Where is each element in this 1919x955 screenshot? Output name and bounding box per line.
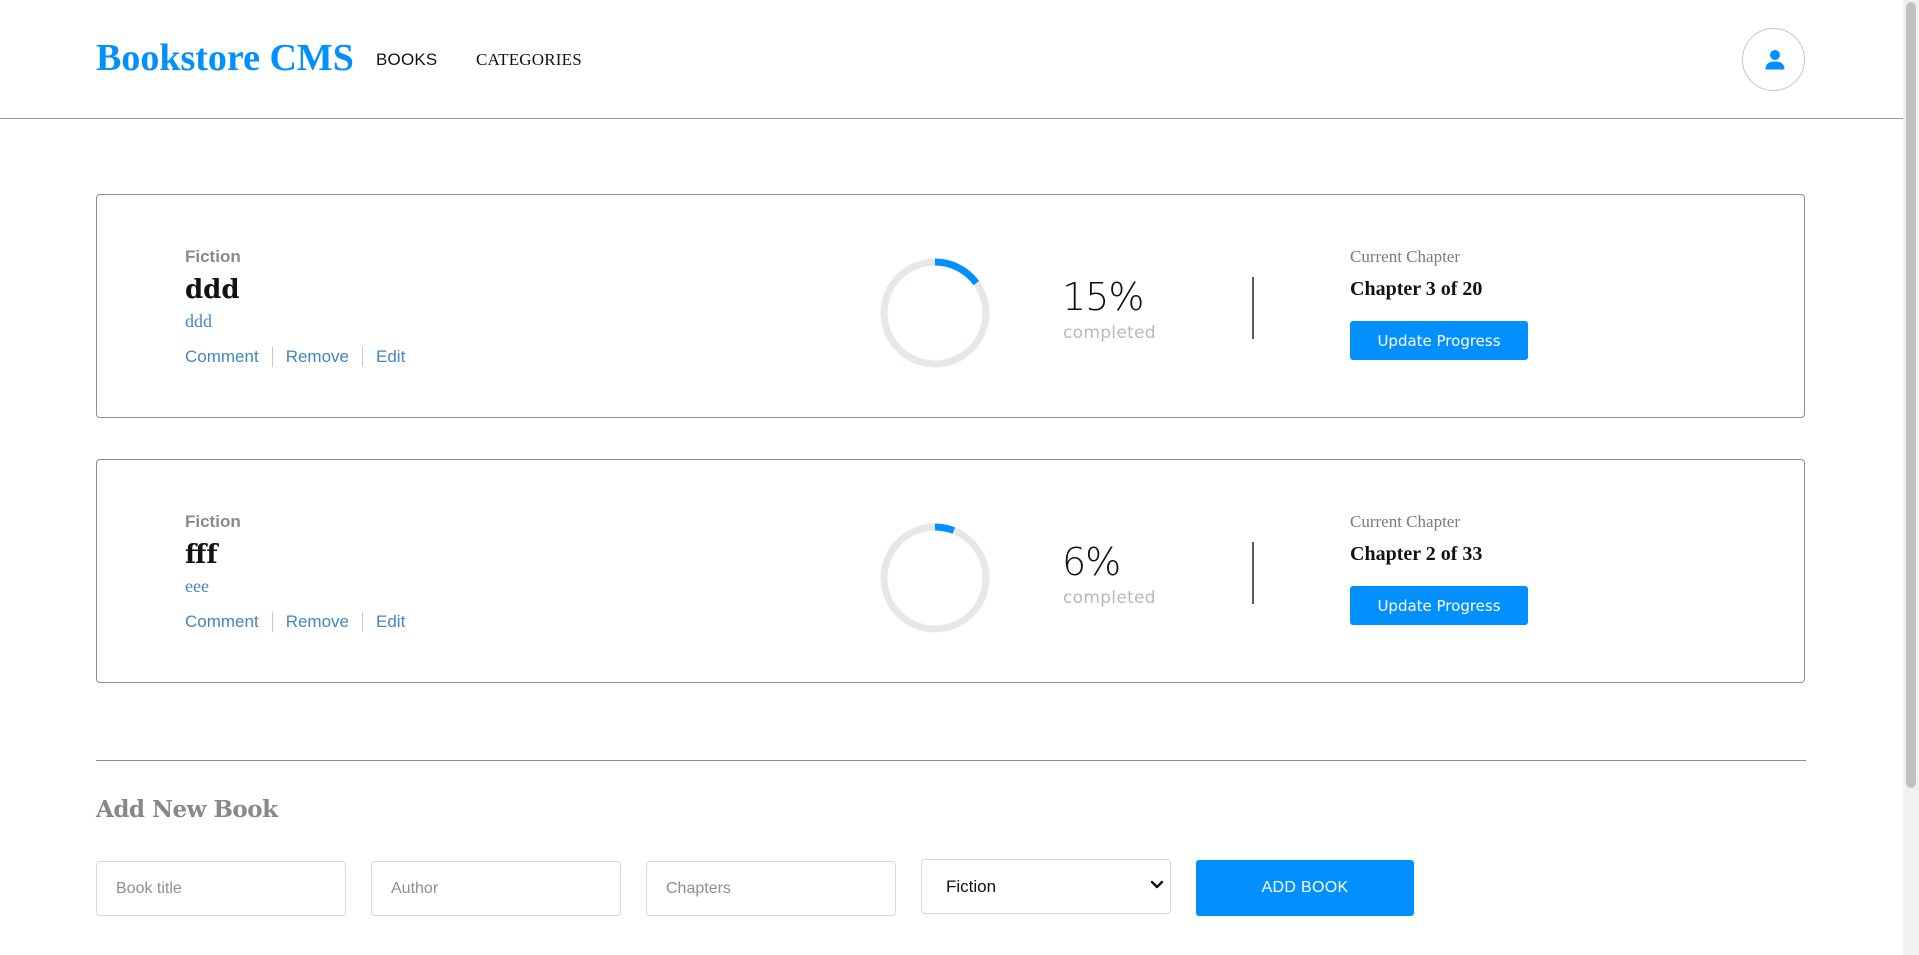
remove-button[interactable]: Remove — [286, 612, 349, 632]
section-divider — [96, 760, 1806, 761]
current-chapter: Chapter 2 of 33 — [1350, 543, 1483, 565]
progress-completed-label: completed — [1063, 588, 1156, 608]
edit-button[interactable]: Edit — [376, 612, 405, 632]
user-icon — [1765, 50, 1785, 70]
chapters-input[interactable] — [646, 861, 896, 916]
book-author: eee — [185, 576, 209, 596]
user-profile-button[interactable] — [1742, 28, 1805, 91]
book-title: ddd — [185, 275, 240, 305]
nav-categories-link[interactable]: CATEGORIES — [476, 50, 582, 70]
progress-ring-track — [880, 523, 990, 633]
update-progress-button[interactable]: Update Progress — [1350, 321, 1528, 360]
edit-button[interactable]: Edit — [376, 347, 405, 367]
page-scrollbar[interactable] — [1903, 0, 1919, 955]
comment-button[interactable]: Comment — [185, 347, 259, 367]
progress-divider — [1252, 277, 1254, 339]
progress-ring — [880, 523, 990, 633]
book-actions: Comment Remove Edit — [185, 612, 405, 632]
progress-completed-label: completed — [1063, 323, 1156, 343]
action-divider — [271, 347, 273, 367]
book-actions: Comment Remove Edit — [185, 347, 405, 367]
book-genre: Fiction — [185, 512, 241, 531]
book-card: Fiction fff eee Comment Remove Edit 6% c… — [96, 459, 1805, 683]
add-book-button[interactable]: ADD BOOK — [1196, 860, 1414, 916]
page: Bookstore CMS BOOKS CATEGORIES Fiction d… — [0, 0, 1919, 955]
logo: Bookstore CMS — [96, 37, 354, 79]
current-chapter: Chapter 3 of 20 — [1350, 278, 1483, 300]
book-genre: Fiction — [185, 247, 241, 266]
progress-percent: 15% — [1062, 275, 1144, 319]
action-divider — [271, 612, 273, 632]
update-progress-button[interactable]: Update Progress — [1350, 586, 1528, 625]
book-title: fff — [185, 540, 218, 570]
book-author: ddd — [185, 311, 212, 331]
author-input[interactable] — [371, 861, 621, 916]
current-chapter-heading: Current Chapter — [1350, 247, 1460, 266]
progress-divider — [1252, 542, 1254, 604]
comment-button[interactable]: Comment — [185, 612, 259, 632]
nav-books-link[interactable]: BOOKS — [376, 50, 437, 70]
progress-percent: 6% — [1062, 540, 1121, 584]
remove-button[interactable]: Remove — [286, 347, 349, 367]
action-divider — [362, 612, 363, 632]
action-divider — [362, 347, 363, 367]
book-title-input[interactable] — [96, 861, 346, 916]
progress-ring — [880, 258, 990, 368]
book-card: Fiction ddd ddd Comment Remove Edit 15% … — [96, 194, 1805, 418]
current-chapter-heading: Current Chapter — [1350, 512, 1460, 531]
header: Bookstore CMS BOOKS CATEGORIES — [0, 0, 1903, 119]
scrollbar-thumb[interactable] — [1906, 2, 1916, 788]
add-book-title: Add New Book — [96, 796, 278, 823]
category-select[interactable]: Fiction — [921, 859, 1171, 914]
